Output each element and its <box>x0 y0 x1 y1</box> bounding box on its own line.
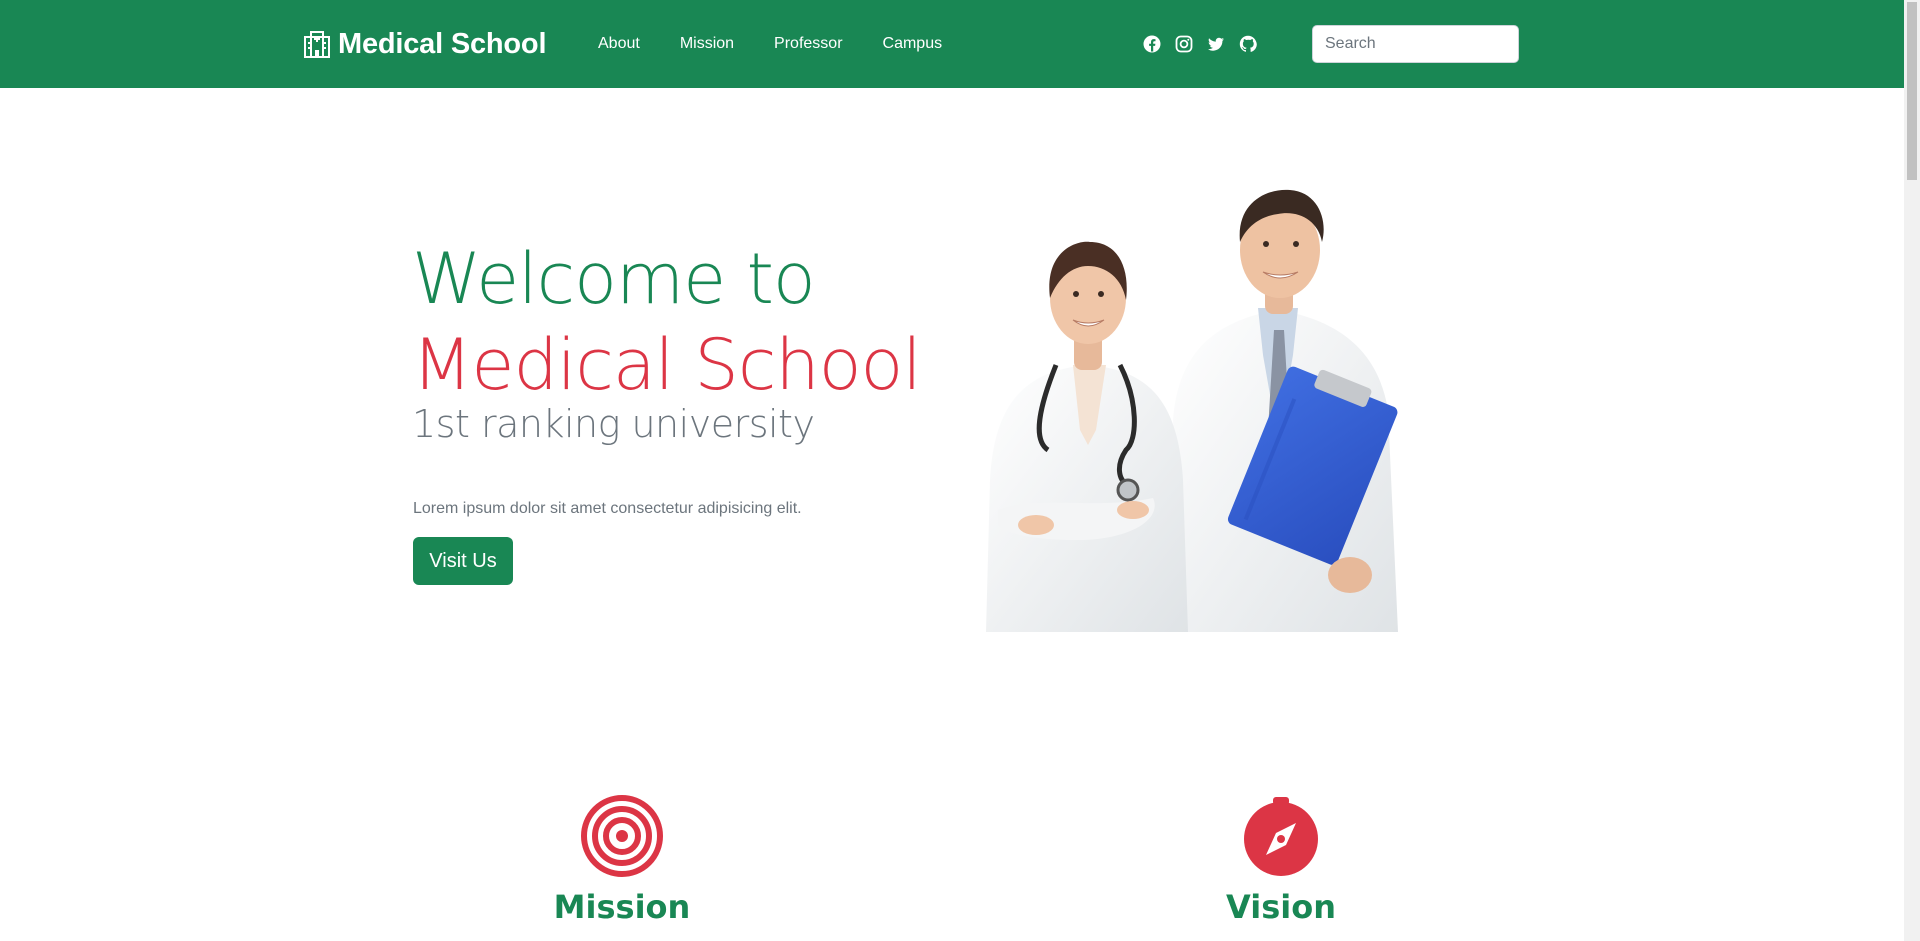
nav-link-professor[interactable]: Professor <box>754 30 862 58</box>
nav-links: About Mission Professor Campus <box>598 30 962 58</box>
mission-feature: Mission <box>472 795 772 925</box>
facebook-icon[interactable] <box>1142 34 1162 54</box>
nav-link-about[interactable]: About <box>598 30 660 58</box>
doctors-photo <box>986 189 1398 632</box>
nav-link-mission[interactable]: Mission <box>660 30 754 58</box>
vision-title: Vision <box>1226 888 1336 926</box>
page-scrollbar[interactable] <box>1904 0 1920 941</box>
brand-link[interactable]: Medical School <box>302 26 547 62</box>
mission-title: Mission <box>553 888 691 926</box>
hero-lead-text: Lorem ipsum dolor sit amet consectetur a… <box>413 500 802 517</box>
instagram-icon[interactable] <box>1174 34 1194 54</box>
scrollbar-thumb[interactable] <box>1907 2 1917 180</box>
visit-us-button[interactable]: Visit Us <box>413 537 513 585</box>
github-icon[interactable] <box>1238 34 1258 54</box>
twitter-icon[interactable] <box>1206 34 1226 54</box>
target-icon <box>581 795 663 877</box>
compass-icon <box>1244 797 1318 876</box>
nav-link-campus[interactable]: Campus <box>863 30 963 58</box>
top-navbar: Medical School About Mission Professor C… <box>0 0 1904 88</box>
brand-name: Medical School <box>338 27 547 60</box>
hospital-icon <box>304 31 330 58</box>
hero-title: Welcome to Medical School <box>412 236 922 408</box>
search-input[interactable] <box>1312 25 1519 63</box>
social-links <box>1142 34 1258 54</box>
hero-subtitle: 1st ranking university <box>412 402 815 446</box>
female-doctor <box>986 241 1188 632</box>
hero-title-line2: Medical School <box>412 324 922 406</box>
vision-feature: Vision <box>1131 795 1431 925</box>
hero-title-line1: Welcome to <box>412 238 816 320</box>
male-doctor <box>1173 189 1398 632</box>
